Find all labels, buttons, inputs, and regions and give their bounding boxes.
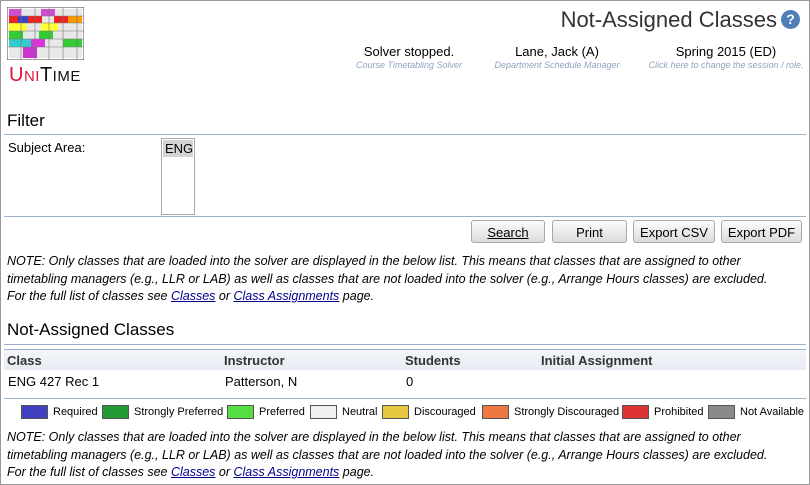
subject-area-label: Subject Area:	[8, 140, 86, 155]
prohibited-swatch	[622, 405, 649, 419]
legend-strongly-discouraged: Strongly Discouraged	[482, 405, 619, 419]
note-line-1: NOTE: Only classes that are loaded into …	[7, 254, 741, 268]
required-swatch	[21, 405, 48, 419]
solver-status-sub: Course Timetabling Solver	[356, 60, 462, 70]
export-csv-button[interactable]: Export CSV	[633, 220, 715, 243]
filter-title: Filter	[7, 111, 45, 130]
classes-link[interactable]: Classes	[171, 465, 215, 479]
neutral-swatch	[310, 405, 337, 419]
logo-wordmark: UNITIME	[9, 64, 81, 86]
legend-discouraged: Discouraged	[382, 405, 476, 419]
column-header-initial-assignment[interactable]: Initial Assignment	[541, 353, 652, 368]
column-header-students[interactable]: Students	[405, 353, 461, 368]
strongly-preferred-swatch	[102, 405, 129, 419]
help-icon[interactable]: ?	[781, 10, 800, 29]
filter-divider	[4, 134, 806, 135]
table-header-row: Class Instructor Students Initial Assign…	[4, 349, 806, 370]
unitime-logo[interactable]: UNITIME	[7, 7, 87, 87]
legend-divider	[4, 398, 806, 399]
note-line-2: timetabling managers (e.g., LLR or LAB) …	[7, 271, 768, 286]
session-info[interactable]: Spring 2015 (ED) Click here to change th…	[645, 44, 807, 70]
search-button[interactable]: Search	[471, 220, 545, 243]
column-header-instructor[interactable]: Instructor	[224, 353, 285, 368]
user-name: Lane, Jack (A)	[515, 44, 599, 59]
legend-prohibited: Prohibited	[622, 405, 704, 419]
solver-status[interactable]: Solver stopped. Course Timetabling Solve…	[341, 44, 477, 70]
note-line-3: For the full list of classes see Classes…	[7, 289, 375, 303]
print-button-label: Print	[576, 225, 603, 240]
legend-not-available: Not Available	[708, 405, 804, 419]
legend-strongly-preferred: Strongly Preferred	[102, 405, 223, 419]
print-button[interactable]: Print	[552, 220, 627, 243]
not-available-swatch	[708, 405, 735, 419]
solver-note-bottom: NOTE: Only classes that are loaded into …	[7, 429, 807, 482]
legend-required: Required	[21, 405, 98, 419]
cell-students: 0	[406, 374, 414, 389]
session-change-hint: Click here to change the session / role.	[648, 60, 804, 70]
classes-link[interactable]: Classes	[171, 289, 215, 303]
note-line-2: timetabling managers (e.g., LLR or LAB) …	[7, 447, 768, 462]
legend-preferred: Preferred	[227, 405, 305, 419]
subject-area-listbox[interactable]: ENG	[161, 138, 195, 215]
user-role: Department Schedule Manager	[494, 60, 620, 70]
note-line-3: For the full list of classes see Classes…	[7, 465, 375, 479]
column-header-class[interactable]: Class	[7, 353, 42, 368]
timetable-grid-logo	[7, 7, 84, 60]
session-name: Spring 2015 (ED)	[675, 44, 777, 59]
export-pdf-button[interactable]: Export PDF	[721, 220, 802, 243]
table-row[interactable]	[4, 370, 806, 394]
user-info[interactable]: Lane, Jack (A) Department Schedule Manag…	[489, 44, 625, 70]
filter-bottom-divider	[4, 216, 806, 217]
export-pdf-button-label: Export PDF	[727, 225, 796, 240]
solver-status-text: Solver stopped.	[363, 44, 455, 59]
cell-class: ENG 427 Rec 1	[8, 374, 100, 389]
note-line-1: NOTE: Only classes that are loaded into …	[7, 430, 741, 444]
cell-instructor: Patterson, N	[225, 374, 298, 389]
page-title: Not-Assigned Classes	[560, 7, 777, 32]
results-title: Not-Assigned Classes	[7, 320, 175, 339]
search-button-label: Search	[487, 225, 529, 240]
legend-neutral: Neutral	[310, 405, 377, 419]
class-assignments-link[interactable]: Class Assignments	[233, 465, 339, 479]
subject-option-eng[interactable]: ENG	[163, 140, 193, 157]
discouraged-swatch	[382, 405, 409, 419]
results-divider	[4, 344, 806, 345]
strongly-discouraged-swatch	[482, 405, 509, 419]
preferred-swatch	[227, 405, 254, 419]
solver-note: NOTE: Only classes that are loaded into …	[7, 253, 807, 306]
export-csv-button-label: Export CSV	[640, 225, 708, 240]
class-assignments-link[interactable]: Class Assignments	[233, 289, 339, 303]
